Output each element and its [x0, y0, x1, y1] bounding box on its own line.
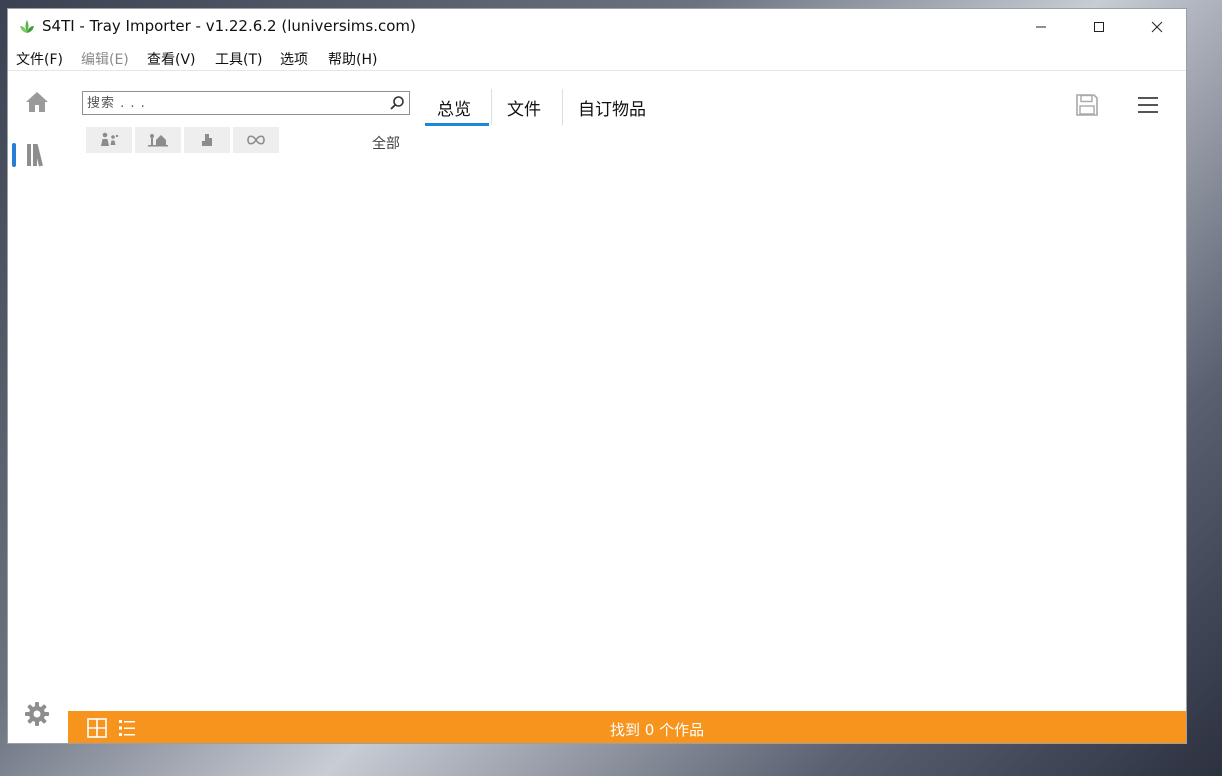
gear-icon[interactable] — [24, 701, 50, 727]
maximize-icon — [1094, 22, 1104, 32]
hamburger-menu-button[interactable] — [1136, 93, 1160, 117]
filter-households-button[interactable] — [86, 127, 132, 153]
active-tab-underline — [425, 123, 489, 126]
menu-file[interactable]: 文件(F) — [16, 49, 63, 69]
home-button[interactable] — [24, 89, 50, 115]
lots-icon — [148, 134, 168, 147]
home-icon — [26, 92, 48, 112]
tab-overview[interactable]: 总览 — [437, 95, 471, 120]
status-bar: 找到 0 个作品 — [68, 711, 1186, 743]
menu-bar: 文件(F) 编辑(E) 查看(V) 工具(T) 选项 帮助(H) — [8, 47, 1186, 69]
menu-help[interactable]: 帮助(H) — [328, 49, 377, 69]
grid-view-button[interactable] — [86, 717, 108, 739]
search-input[interactable] — [87, 94, 377, 112]
title-bar: S4TI - Tray Importer - v1.22.6.2 (lunive… — [8, 9, 1186, 45]
rooms-icon — [202, 134, 212, 146]
active-indicator — [12, 143, 16, 167]
window-title: S4TI - Tray Importer - v1.22.6.2 (lunive… — [42, 17, 416, 35]
maximize-button[interactable] — [1070, 9, 1128, 45]
households-icon — [101, 132, 119, 146]
search-box — [82, 91, 410, 115]
close-button[interactable] — [1128, 9, 1186, 45]
search-icon[interactable] — [389, 95, 405, 111]
close-icon — [1151, 21, 1163, 33]
app-window: S4TI - Tray Importer - v1.22.6.2 (lunive… — [7, 8, 1187, 744]
tab-files[interactable]: 文件 — [507, 95, 541, 120]
list-view-icon — [119, 720, 135, 736]
library-icon — [27, 144, 43, 167]
filter-lots-button[interactable] — [135, 127, 181, 153]
tab-separator — [562, 89, 563, 125]
tab-separator — [491, 89, 492, 125]
app-logo-icon — [20, 20, 34, 33]
menu-edit[interactable]: 编辑(E) — [81, 49, 129, 69]
save-button[interactable] — [1075, 93, 1099, 117]
filter-all-button[interactable] — [233, 127, 279, 153]
infinity-icon — [247, 135, 265, 145]
save-icon — [1076, 94, 1098, 116]
filter-rooms-button[interactable] — [184, 127, 230, 153]
menu-options[interactable]: 选项 — [280, 49, 308, 69]
minimize-button[interactable] — [1012, 9, 1070, 45]
filter-selected-label: 全部 — [372, 136, 400, 152]
list-view-button[interactable] — [116, 717, 138, 739]
menu-view[interactable]: 查看(V) — [147, 49, 196, 69]
minimize-icon — [1036, 26, 1046, 28]
hamburger-icon — [1138, 97, 1158, 113]
library-button[interactable] — [22, 141, 52, 169]
menu-divider — [8, 70, 1186, 71]
tab-custom-content[interactable]: 自订物品 — [578, 95, 646, 120]
menu-tools[interactable]: 工具(T) — [215, 49, 262, 69]
grid-view-icon — [87, 718, 107, 738]
results-count: 找到 0 个作品 — [610, 721, 705, 739]
